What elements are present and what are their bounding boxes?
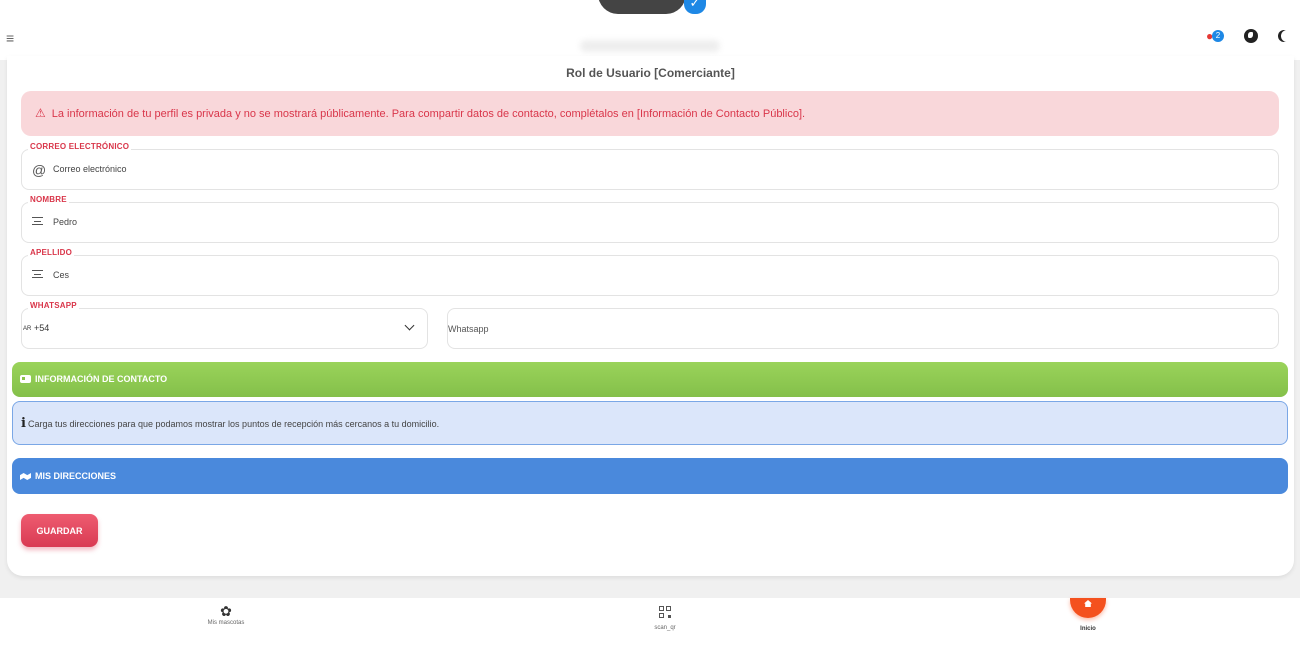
- profile-card: Rol de Usuario [Comerciante] ⚠ La informa…: [7, 56, 1294, 576]
- warning-icon: ⚠: [35, 106, 46, 120]
- email-label: CORREO ELECTRÓNICO: [28, 142, 132, 151]
- home-icon: [1070, 598, 1106, 618]
- bell-icon[interactable]: ● 2: [1206, 29, 1224, 43]
- addresses-info-note: i Carga tus direcciones para que podamos …: [12, 401, 1288, 445]
- map-icon: [20, 472, 31, 480]
- contact-info-section[interactable]: INFORMACIÓN DE CONTACTO: [12, 362, 1288, 397]
- moon-icon[interactable]: [1281, 30, 1293, 42]
- text-lines-icon: [32, 270, 43, 280]
- email-value: Correo electrónico: [53, 164, 127, 174]
- qr-icon: [659, 606, 671, 618]
- contact-info-label: INFORMACIÓN DE CONTACTO: [35, 374, 168, 384]
- info-note-text: Carga tus direcciones para que podamos m…: [27, 419, 440, 429]
- last-name-field[interactable]: APELLIDO Ces: [21, 248, 1279, 296]
- first-name-value: Pedro: [53, 217, 78, 227]
- id-card-icon: [20, 375, 31, 383]
- nav-scan-qr[interactable]: scan_qr: [595, 604, 735, 631]
- last-name-label: APELLIDO: [28, 248, 75, 257]
- profile-avatar: ✓: [598, 0, 706, 18]
- profile-name-placeholder: [580, 40, 720, 52]
- bottom-nav: ✿ Mis mascotas scan_qr Inicio: [0, 598, 1300, 648]
- first-name-field[interactable]: NOMBRE Pedro: [21, 195, 1279, 243]
- notification-badge: 2: [1212, 30, 1224, 42]
- info-icon: i: [21, 416, 26, 431]
- nav-home[interactable]: Inicio: [1018, 598, 1158, 632]
- menu-icon[interactable]: ≡: [6, 30, 14, 46]
- addresses-section[interactable]: MIS DIRECCIONES: [12, 458, 1288, 494]
- user-role: Rol de Usuario [Comerciante]: [566, 66, 735, 80]
- country-code-select[interactable]: WHATSAPP AR +54: [21, 301, 428, 349]
- paw-icon: ✿: [220, 603, 232, 619]
- privacy-alert-text: La información de tu perfil es privada y…: [51, 108, 806, 120]
- last-name-value: Ces: [53, 270, 70, 280]
- save-button[interactable]: GUARDAR: [21, 514, 98, 547]
- chevron-down-icon[interactable]: [404, 320, 415, 331]
- top-bar: ≡ ✓ ● 2: [0, 0, 1300, 60]
- globe-icon[interactable]: [1244, 29, 1258, 43]
- header-actions: ● 2: [1206, 29, 1290, 43]
- whatsapp-input[interactable]: [447, 308, 1279, 349]
- avatar: [598, 0, 686, 14]
- nav-scan-qr-label: scan_qr: [654, 625, 676, 631]
- nav-home-label: Inicio: [1080, 626, 1096, 632]
- country-code: +54: [34, 323, 50, 333]
- first-name-label: NOMBRE: [28, 195, 69, 204]
- email-field[interactable]: CORREO ELECTRÓNICO @ Correo electrónico: [21, 142, 1279, 190]
- nav-my-pets-label: Mis mascotas: [207, 620, 245, 626]
- edit-avatar-icon[interactable]: ✓: [684, 0, 706, 14]
- nav-my-pets[interactable]: ✿ Mis mascotas: [156, 604, 296, 626]
- text-lines-icon: [32, 217, 43, 227]
- country-flag: AR: [23, 326, 32, 332]
- privacy-alert: ⚠ La información de tu perfil es privada …: [21, 91, 1279, 136]
- addresses-label: MIS DIRECCIONES: [35, 471, 117, 481]
- whatsapp-label: WHATSAPP: [28, 301, 79, 310]
- at-icon: @: [32, 162, 47, 178]
